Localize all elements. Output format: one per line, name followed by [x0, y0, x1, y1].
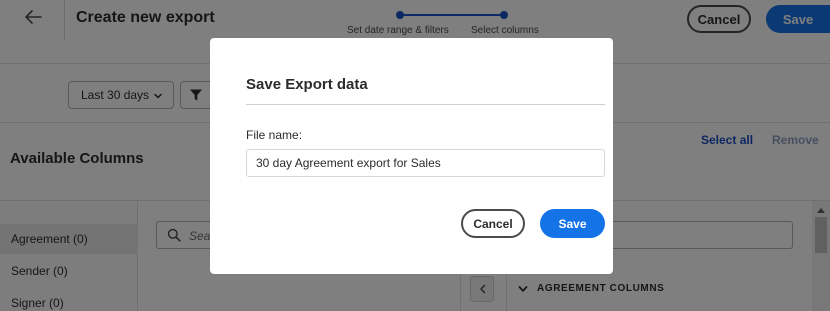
- file-name-input[interactable]: [246, 149, 605, 177]
- save-export-dialog: Save Export data File name: Cancel Save: [210, 38, 613, 274]
- dialog-title: Save Export data: [246, 76, 368, 93]
- dialog-save-button[interactable]: Save: [540, 209, 605, 238]
- dialog-divider: [246, 104, 605, 105]
- dialog-cancel-button[interactable]: Cancel: [461, 209, 525, 238]
- file-name-label: File name:: [246, 128, 303, 142]
